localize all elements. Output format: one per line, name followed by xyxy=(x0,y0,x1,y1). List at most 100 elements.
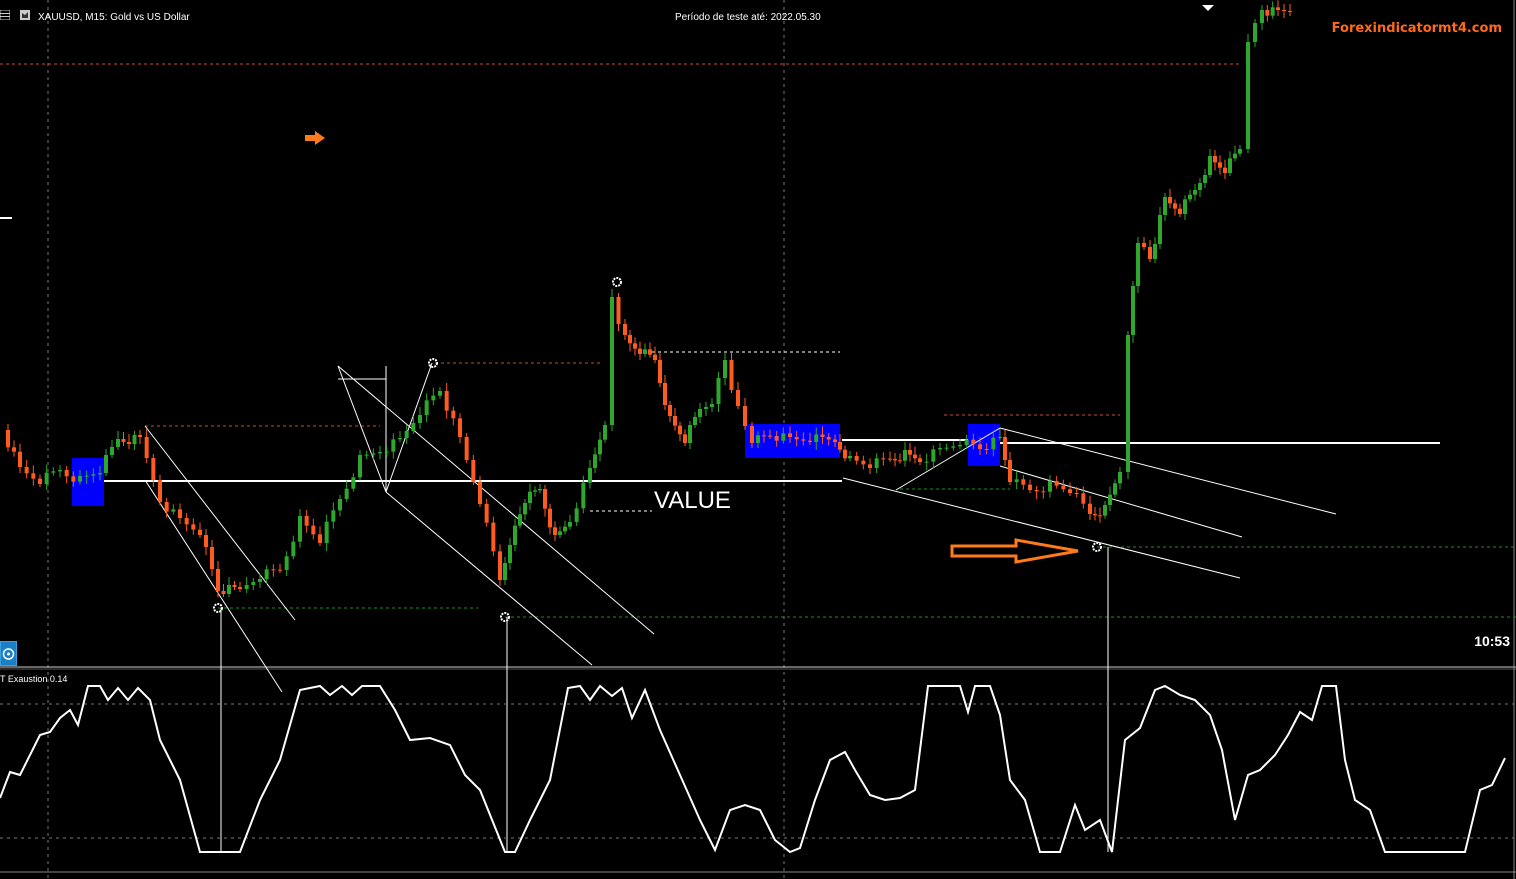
candle-body xyxy=(1113,483,1117,495)
candle-body xyxy=(498,551,502,580)
candle-body xyxy=(324,521,329,543)
candle-body xyxy=(1233,153,1237,159)
candle-body xyxy=(588,468,592,483)
candle-body xyxy=(1173,203,1177,209)
candle-body xyxy=(801,439,806,441)
candle-body xyxy=(991,437,996,450)
candle-body xyxy=(971,439,976,445)
grid-icon[interactable] xyxy=(0,10,10,20)
candle-body xyxy=(736,390,740,406)
candle-body xyxy=(151,458,156,480)
candle-body xyxy=(623,324,627,335)
candle-body xyxy=(232,585,237,587)
candle-body xyxy=(563,526,567,532)
candle-body xyxy=(1014,479,1019,482)
candle-body xyxy=(484,504,489,523)
candle-body xyxy=(171,509,176,512)
candle-body xyxy=(638,348,642,354)
candle-body xyxy=(1034,490,1039,492)
candle-body xyxy=(1223,167,1227,173)
candle-body xyxy=(938,448,942,450)
candle-body xyxy=(881,458,886,460)
candle-body xyxy=(1203,175,1207,183)
candle-body xyxy=(64,470,69,477)
candle-body xyxy=(548,508,552,528)
candle-body xyxy=(1246,42,1250,149)
candle-body xyxy=(854,456,859,461)
candle-body xyxy=(903,450,907,461)
candle-body xyxy=(924,461,929,463)
candle-body xyxy=(1088,503,1092,514)
candle-body xyxy=(51,471,56,473)
candle-body xyxy=(78,476,82,482)
candle-body xyxy=(364,454,369,456)
bar-chart-icon[interactable] xyxy=(20,10,30,20)
candle-body xyxy=(898,460,902,462)
candle-body xyxy=(404,431,409,438)
candle-body xyxy=(668,405,672,416)
candle-body xyxy=(893,459,897,461)
candle-body xyxy=(756,435,760,443)
candle-body xyxy=(424,400,429,415)
candle-body xyxy=(513,525,517,545)
candle-body xyxy=(91,474,96,476)
candle-body xyxy=(84,475,89,477)
candle-body xyxy=(1093,514,1097,516)
candle-body xyxy=(743,406,747,426)
candle-body xyxy=(1253,23,1257,42)
candle-body xyxy=(178,509,182,518)
candle-body xyxy=(221,591,226,594)
chart-shift-marker[interactable] xyxy=(1202,5,1214,11)
chart-grid xyxy=(47,0,785,879)
candle-body xyxy=(1158,215,1162,244)
candle-body xyxy=(1003,437,1007,460)
candle-body xyxy=(338,499,342,511)
candle-body xyxy=(913,454,917,459)
candle-body xyxy=(984,449,989,450)
candle-body xyxy=(478,482,482,504)
candle-body xyxy=(351,477,356,489)
chart-symbol-title: XAUUSD, M15: Gold vs US Dollar xyxy=(38,12,190,23)
candle-body xyxy=(18,451,22,467)
candle-body xyxy=(1288,11,1292,12)
candle-body xyxy=(558,531,562,535)
candle-body xyxy=(384,451,389,453)
level-lines xyxy=(0,63,1516,618)
candle-body xyxy=(1081,493,1086,504)
indicator-levels xyxy=(0,703,1514,839)
candle-body xyxy=(1153,244,1157,259)
candle-body xyxy=(838,442,842,450)
candle-timer: 10:53 xyxy=(1474,633,1510,649)
candle-body xyxy=(704,407,708,409)
candle-body xyxy=(1048,481,1052,492)
candle-body xyxy=(6,430,10,448)
candle-body xyxy=(344,488,349,499)
candle-body xyxy=(1178,208,1182,214)
candle-body xyxy=(471,460,476,482)
candle-body xyxy=(1131,286,1135,335)
candle-body xyxy=(110,447,114,455)
candle-body xyxy=(1008,460,1012,482)
candle-body xyxy=(371,453,376,455)
candle-body xyxy=(1276,7,1280,10)
candle-body xyxy=(204,535,208,547)
candle-body xyxy=(458,418,462,437)
candle-body xyxy=(127,442,131,444)
candle-body xyxy=(1228,158,1232,173)
candle-body xyxy=(648,349,652,355)
candle-body xyxy=(331,510,336,522)
candle-body xyxy=(538,489,542,491)
candle-body xyxy=(543,489,547,509)
candle-body xyxy=(278,569,282,571)
candle-body xyxy=(132,435,137,444)
candle-body xyxy=(12,447,16,452)
price-chart[interactable] xyxy=(0,0,1516,879)
candle-body xyxy=(271,569,276,571)
candle-body xyxy=(553,527,557,535)
candle-body xyxy=(574,508,579,522)
candle-body xyxy=(444,391,449,411)
candle-body xyxy=(284,556,289,570)
crosshair-icon[interactable] xyxy=(0,641,17,666)
candle-body xyxy=(431,395,436,401)
candle-body xyxy=(794,437,799,440)
